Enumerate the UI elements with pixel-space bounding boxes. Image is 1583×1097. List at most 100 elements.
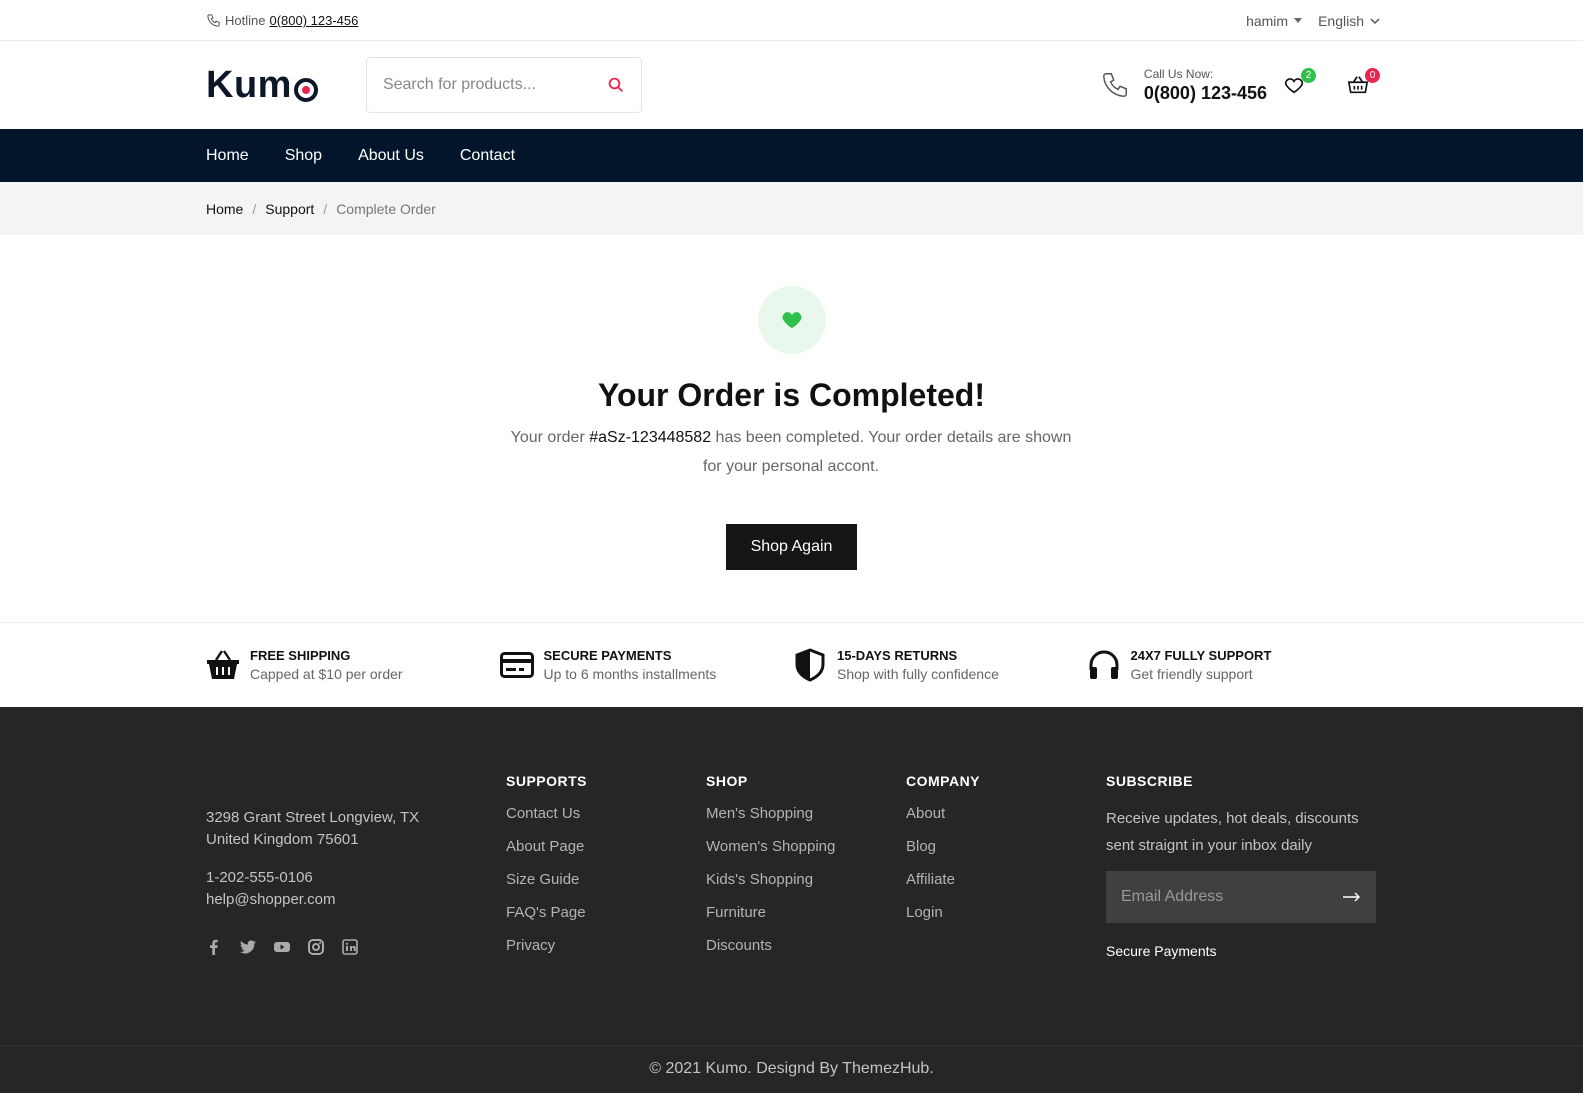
copyright: © 2021 Kumo. Designd By ThemezHub. <box>0 1045 1583 1093</box>
twitter-icon[interactable] <box>240 939 256 955</box>
footer-link[interactable]: Discounts <box>706 937 772 954</box>
feature-subtitle: Get friendly support <box>1130 666 1253 682</box>
footer-column-shop: SHOP Men's Shopping Women's Shopping Kid… <box>706 773 835 970</box>
breadcrumb-support[interactable]: Support <box>265 201 314 217</box>
address-line: 3298 Grant Street Longview, TX <box>206 809 420 826</box>
footer-link[interactable]: Men's Shopping <box>706 805 813 822</box>
instagram-icon[interactable] <box>308 939 324 955</box>
footer-link[interactable]: FAQ's Page <box>506 904 586 921</box>
main-nav: Home Shop About Us Contact <box>0 129 1583 182</box>
chevron-down-icon <box>1370 16 1380 26</box>
page-title: Your Order is Completed! <box>597 377 985 413</box>
features-bar: FREE SHIPPING Capped at $10 per order SE… <box>0 622 1583 707</box>
logo-text: Kum <box>206 63 292 106</box>
wishlist-count-badge: 2 <box>1301 68 1316 83</box>
search-input[interactable] <box>382 76 583 94</box>
top-bar: Hotline 0(800) 123-456 hamim English <box>0 0 1583 41</box>
wishlist-button[interactable]: 2 <box>1283 68 1316 96</box>
footer-link[interactable]: Blog <box>906 838 936 855</box>
footer-column-title: COMPANY <box>906 773 981 789</box>
phone-icon <box>207 14 220 27</box>
address-line: United Kingdom 75601 <box>206 831 359 848</box>
breadcrumb: Home / Support / Complete Order <box>0 182 1583 235</box>
user-name: hamim <box>1246 12 1289 29</box>
breadcrumb-current: Complete Order <box>336 200 436 217</box>
nav-item-home[interactable]: Home <box>206 147 249 165</box>
linkedin-icon[interactable] <box>342 939 358 955</box>
arrow-right-icon[interactable] <box>1343 892 1361 902</box>
footer-column-supports: SUPPORTS Contact Us About Page Size Guid… <box>506 773 587 970</box>
footer-link[interactable]: Women's Shopping <box>706 838 835 855</box>
footer-link[interactable]: Login <box>906 904 943 921</box>
footer-link[interactable]: About Page <box>506 838 584 855</box>
feature-returns: 15-DAYS RETURNS Shop with fully confiden… <box>793 648 1087 682</box>
basket-icon <box>207 650 239 679</box>
facebook-icon[interactable] <box>206 939 222 955</box>
footer-column-company: COMPANY About Blog Affiliate Login <box>906 773 980 937</box>
feature-support: 24X7 FULLY SUPPORT Get friendly support <box>1087 648 1381 682</box>
heart-icon <box>782 312 802 329</box>
footer-link[interactable]: Privacy <box>506 937 555 954</box>
youtube-icon[interactable] <box>274 939 290 955</box>
header: Kum Call Us Now: 0(800) 123-456 2 0 <box>0 41 1583 129</box>
breadcrumb-separator: / <box>252 200 257 217</box>
order-complete-section: Your Order is Completed! Your order #aSz… <box>0 235 1583 622</box>
footer-link[interactable]: About <box>906 805 945 822</box>
order-message-before: Your order <box>510 429 590 446</box>
call-label: Call Us Now: <box>1143 66 1214 81</box>
order-message-after: has been completed. Your order details a… <box>702 429 1072 475</box>
nav-item-about-us[interactable]: About Us <box>358 147 424 165</box>
logo-mark-icon <box>293 78 318 102</box>
nav-item-shop[interactable]: Shop <box>285 147 322 165</box>
breadcrumb-home[interactable]: Home <box>206 201 243 217</box>
feature-free-shipping: FREE SHIPPING Capped at $10 per order <box>206 648 500 682</box>
feature-title: SECURE PAYMENTS <box>543 648 672 663</box>
success-badge <box>758 286 826 354</box>
footer-column-title: SUBSCRIBE <box>1106 773 1193 789</box>
footer-link[interactable]: Kids's Shopping <box>706 871 813 888</box>
email-input[interactable] <box>1121 888 1321 906</box>
footer-link[interactable]: Furniture <box>706 904 766 921</box>
logo[interactable]: Kum <box>206 64 318 107</box>
breadcrumb-separator: / <box>323 200 328 217</box>
phone-icon <box>1102 73 1127 98</box>
language-label: English <box>1318 12 1364 29</box>
shield-icon <box>795 648 825 682</box>
footer-subscribe: SUBSCRIBE Receive updates, hot deals, di… <box>1106 773 1378 959</box>
user-dropdown[interactable]: hamim <box>1246 12 1303 29</box>
nav-item-contact[interactable]: Contact <box>460 147 515 165</box>
subscribe-text: Receive updates, hot deals, discounts se… <box>1106 810 1359 854</box>
feature-secure-payments: SECURE PAYMENTS Up to 6 months installme… <box>499 648 794 682</box>
order-id: #aSz-123448582 <box>589 429 712 446</box>
footer-phone: 1-202-555-0106 <box>206 869 313 886</box>
call-number: 0(800) 123-456 <box>1143 82 1267 103</box>
feature-subtitle: Shop with fully confidence <box>837 666 999 682</box>
hotline-label: Hotline <box>225 13 266 28</box>
cart-count-badge: 0 <box>1365 68 1380 83</box>
social-links <box>206 939 358 955</box>
search-box <box>365 57 642 113</box>
shop-again-button[interactable]: Shop Again <box>726 524 857 570</box>
language-dropdown[interactable]: English <box>1318 13 1380 29</box>
feature-subtitle: Up to 6 months installments <box>543 666 717 682</box>
cart-button[interactable]: 0 <box>1347 68 1380 96</box>
footer-column-title: SUPPORTS <box>506 773 588 789</box>
footer-column-title: SHOP <box>706 773 748 789</box>
footer-email: help@shopper.com <box>206 891 336 908</box>
footer-contact: 1-202-555-0106 help@shopper.com <box>206 867 335 911</box>
footer-link[interactable]: Contact Us <box>506 805 580 822</box>
feature-title: 24X7 FULLY SUPPORT <box>1130 648 1272 663</box>
footer-link[interactable]: Affiliate <box>906 871 955 888</box>
hotline: Hotline 0(800) 123-456 <box>206 13 358 28</box>
feature-title: FREE SHIPPING <box>250 648 351 663</box>
feature-subtitle: Capped at $10 per order <box>250 666 403 682</box>
headphones-icon <box>1089 650 1118 679</box>
caret-down-icon <box>1294 18 1303 23</box>
search-icon[interactable] <box>607 76 625 94</box>
footer-link[interactable]: Size Guide <box>506 871 579 888</box>
footer-address: 3298 Grant Street Longview, TX United Ki… <box>206 807 419 851</box>
order-message: Your order #aSz-123448582 has been compl… <box>506 423 1076 481</box>
footer: 3298 Grant Street Longview, TX United Ki… <box>0 707 1583 1045</box>
call-us: Call Us Now: 0(800) 123-456 <box>1100 67 1267 104</box>
hotline-number-link[interactable]: 0(800) 123-456 <box>269 13 358 28</box>
